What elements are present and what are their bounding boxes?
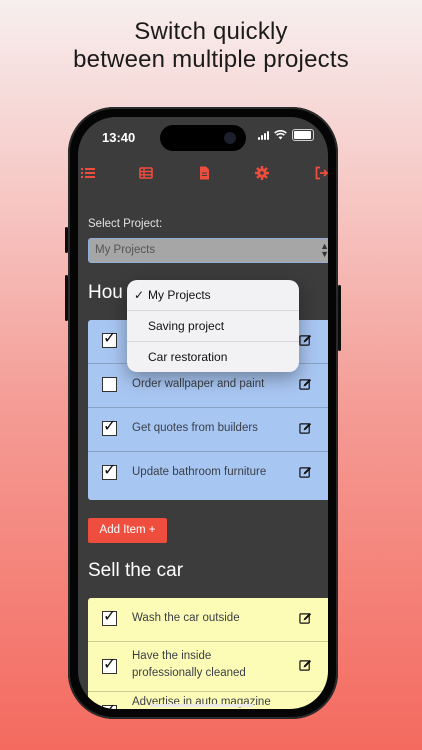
toolbar xyxy=(78,165,328,187)
edit-icon[interactable] xyxy=(299,612,312,625)
checkbox[interactable]: ✓ xyxy=(102,418,117,436)
dropdown-option-car-restoration[interactable]: Car restoration xyxy=(127,342,299,372)
checkbox[interactable]: ✓ xyxy=(102,608,117,626)
phone-frame: 13:40 Select Project: My Projects ▲ ▼ Ho… xyxy=(65,107,341,719)
battery-icon xyxy=(292,129,314,141)
dynamic-island xyxy=(160,125,246,151)
section-title-house: Hou xyxy=(88,282,123,303)
phone-side-button xyxy=(65,227,68,253)
edit-icon[interactable] xyxy=(299,706,312,709)
dropdown-option-my-projects[interactable]: ✓ My Projects xyxy=(127,280,299,311)
checkbox[interactable] xyxy=(102,377,117,392)
list-item[interactable]: ✓ Have the inside professionally cleaned xyxy=(88,642,328,692)
list-item-text: Order wallpaper and paint xyxy=(132,378,265,390)
project-dropdown-menu: ✓ My Projects Saving project Car restora… xyxy=(127,280,299,372)
select-project-label: Select Project: xyxy=(88,218,163,230)
checkbox[interactable]: ✓ xyxy=(102,462,117,480)
headline-line-2: between multiple projects xyxy=(73,46,349,73)
dropdown-option-label: Car restoration xyxy=(148,350,228,364)
section-title-sell-the-car: Sell the car xyxy=(88,560,184,581)
list-item-text: Wash the car outside xyxy=(132,612,240,624)
checkbox[interactable]: ✓ xyxy=(102,656,117,674)
dropdown-option-label: My Projects xyxy=(148,288,211,302)
list-item-text: Have the inside professionally cleaned xyxy=(132,650,246,679)
headline: Switch quickly between multiple projects xyxy=(0,18,422,74)
dropdown-option-saving-project[interactable]: Saving project xyxy=(127,311,299,342)
document-icon[interactable] xyxy=(196,165,212,181)
signal-icon xyxy=(258,130,269,140)
edit-icon[interactable] xyxy=(299,334,312,347)
phone-power-button xyxy=(338,285,341,351)
edit-icon[interactable] xyxy=(299,378,312,391)
list-item[interactable]: ✓ Get quotes from builders xyxy=(88,408,328,452)
edit-icon[interactable] xyxy=(299,466,312,479)
project-select[interactable]: My Projects ▲ ▼ xyxy=(88,238,328,263)
list-item[interactable]: ✓ Update bathroom furniture xyxy=(88,452,328,495)
list-item-text: Update bathroom furniture xyxy=(132,466,267,478)
dropdown-option-label: Saving project xyxy=(148,319,225,333)
list-item-text: Get quotes from builders xyxy=(132,422,258,434)
list-item[interactable]: ✓ Wash the car outside xyxy=(88,598,328,642)
edit-icon[interactable] xyxy=(299,422,312,435)
checkbox[interactable]: ✓ xyxy=(102,702,117,709)
phone-volume-button xyxy=(65,275,68,321)
status-bar: 13:40 xyxy=(78,117,328,159)
headline-line-1: Switch quickly xyxy=(134,18,288,45)
car-checklist: ✓ Wash the car outside ✓ Have the inside… xyxy=(88,598,328,709)
chevron-up-down-icon: ▲ ▼ xyxy=(320,241,328,259)
app-screen: 13:40 Select Project: My Projects ▲ ▼ Ho… xyxy=(78,117,328,709)
table-icon[interactable] xyxy=(138,165,154,181)
wifi-icon xyxy=(274,130,287,140)
status-time: 13:40 xyxy=(102,130,136,145)
list-icon[interactable] xyxy=(80,165,96,181)
edit-icon[interactable] xyxy=(299,659,312,672)
checkbox[interactable]: ✓ xyxy=(102,330,117,348)
home-indicator[interactable] xyxy=(150,704,254,707)
logout-icon[interactable] xyxy=(314,165,328,181)
settings-gear-icon[interactable] xyxy=(254,165,270,181)
checkmark-icon: ✓ xyxy=(134,288,145,302)
project-select-value: My Projects xyxy=(95,244,156,256)
add-item-button[interactable]: Add Item + xyxy=(88,518,167,543)
